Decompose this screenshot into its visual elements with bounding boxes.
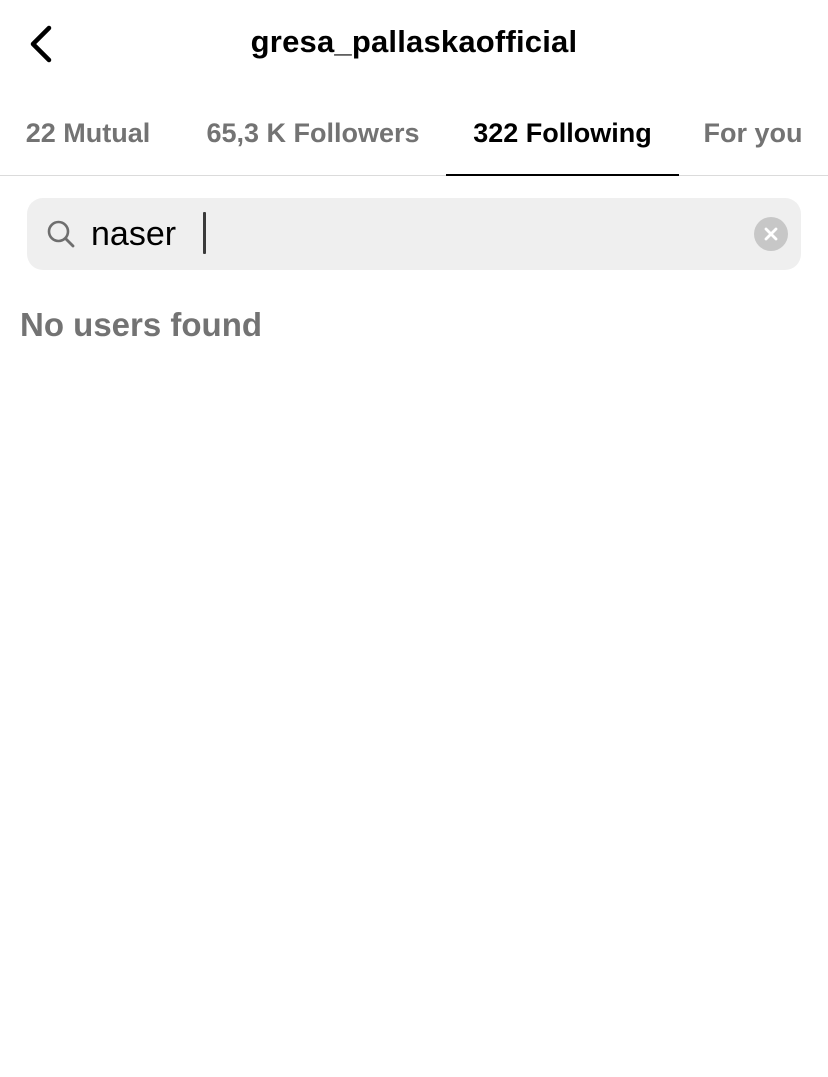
search-bar[interactable] — [27, 198, 801, 270]
text-caret — [203, 212, 206, 254]
empty-results-message: No users found — [20, 306, 263, 343]
search-input[interactable] — [91, 212, 731, 256]
tab-mutual[interactable]: 22 Mutual — [0, 92, 176, 175]
tab-bar: 22 Mutual 65,3 K Followers 322 Following… — [0, 92, 828, 176]
tab-for-you[interactable]: For you — [690, 92, 816, 175]
tab-following[interactable]: 322 Following — [446, 92, 679, 176]
tab-followers[interactable]: 65,3 K Followers — [188, 92, 438, 175]
clear-search-button[interactable] — [754, 217, 788, 251]
header: gresa_pallaskaofficial — [0, 0, 828, 92]
clear-icon — [764, 227, 778, 241]
page-title: gresa_pallaskaofficial — [250, 24, 578, 59]
search-icon — [47, 220, 75, 248]
